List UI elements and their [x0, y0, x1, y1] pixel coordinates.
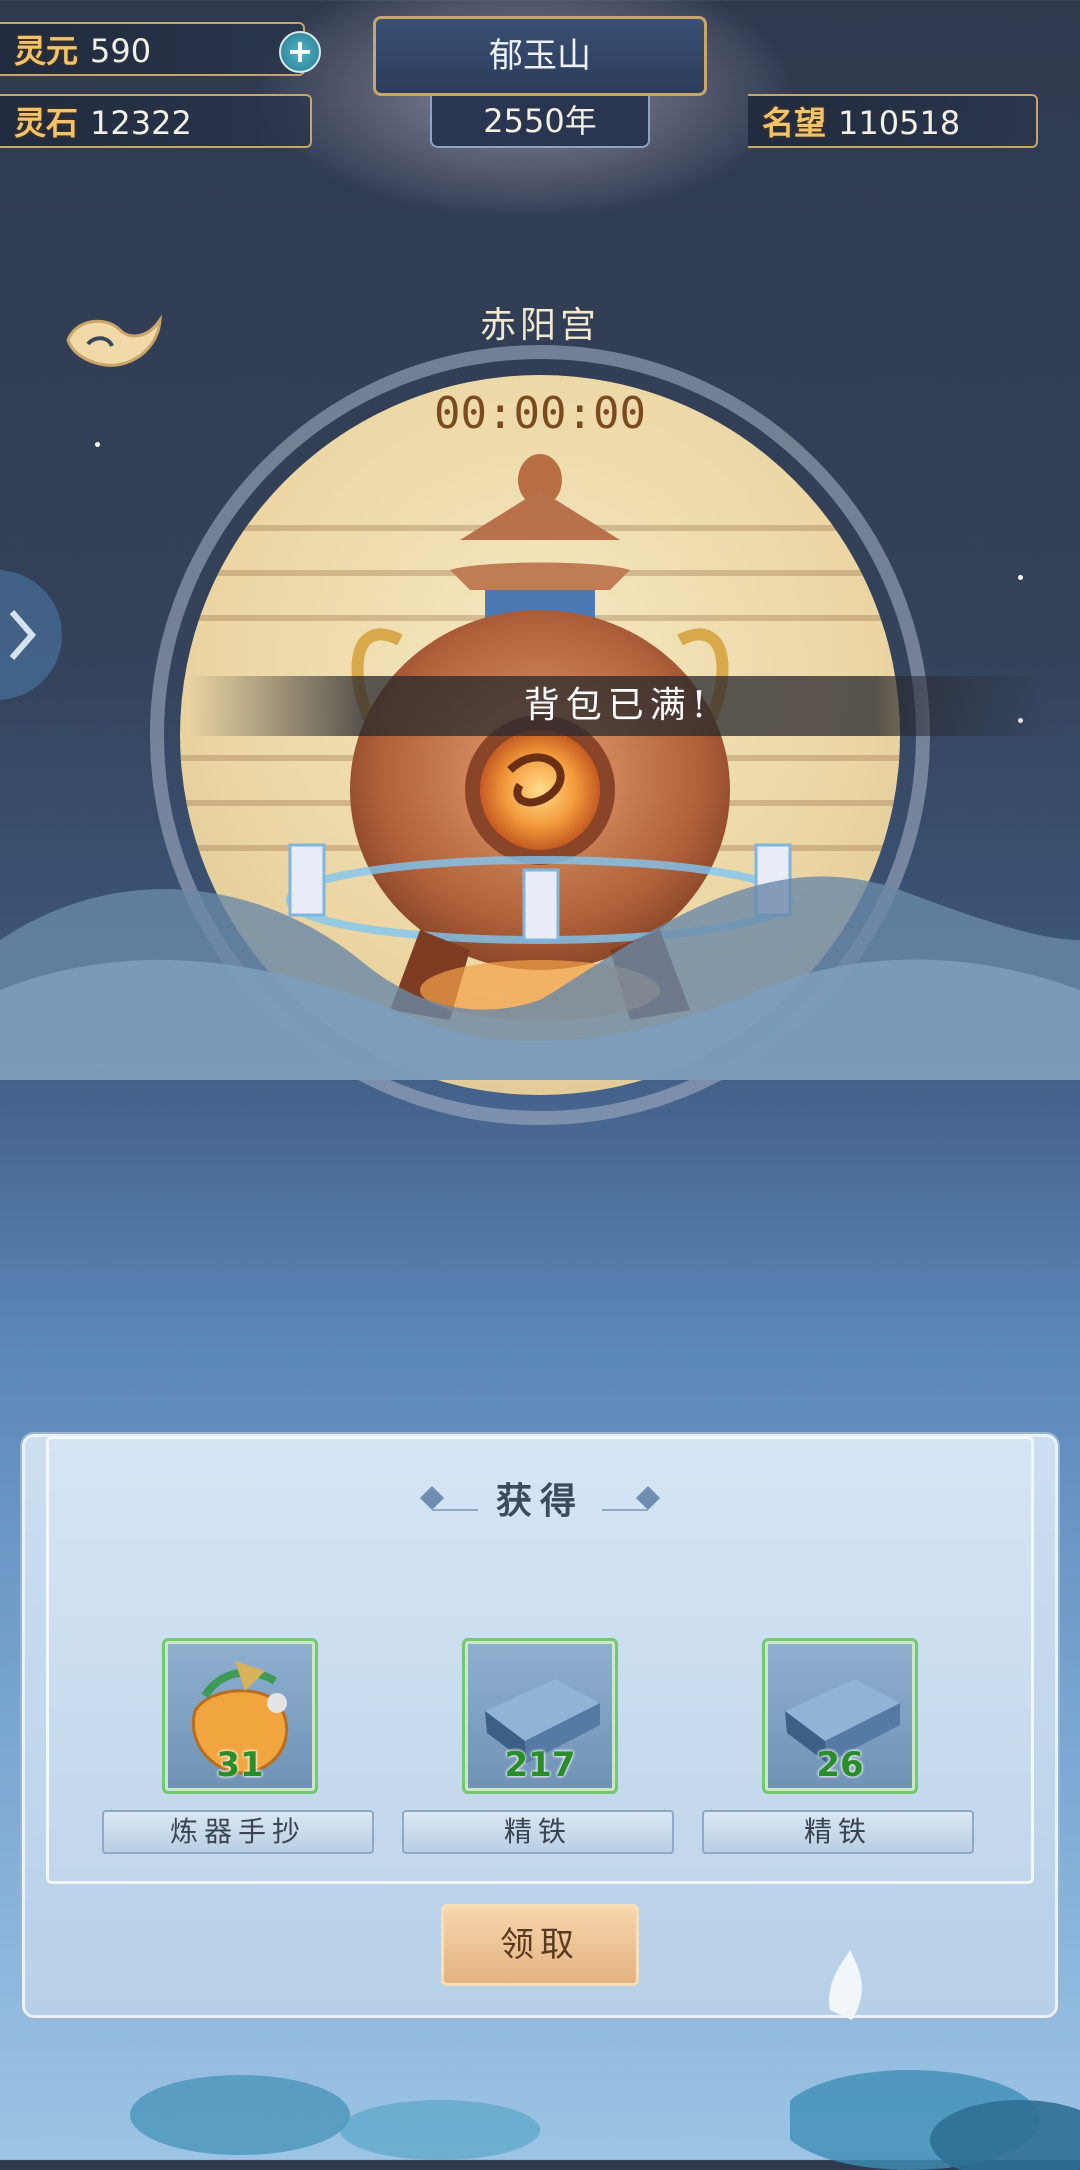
location-plate[interactable]: 郁玉山	[373, 16, 707, 96]
item-count: 217	[504, 1745, 576, 1785]
location-name: 郁玉山	[489, 36, 591, 76]
lingshi-value: 12322	[90, 104, 192, 142]
craft-timer: 00:00:00	[434, 388, 646, 439]
item-name-label: 炼器手抄	[102, 1810, 374, 1854]
add-lingyuan-button[interactable]: +	[279, 31, 321, 73]
lingshi-counter: 灵石 12322	[0, 94, 312, 148]
chevron-right-icon	[9, 610, 36, 660]
mingwang-value: 110518	[838, 104, 961, 142]
item-name-label: 精铁	[402, 1810, 674, 1854]
claim-button[interactable]: 领取	[441, 1904, 639, 1986]
mingwang-label: 名望	[762, 104, 827, 142]
lily-pad-decoration	[130, 2075, 540, 2160]
year-plate: 2550年	[430, 96, 650, 148]
toast-text: 背包已满!	[523, 685, 713, 726]
side-expand-button[interactable]	[0, 570, 62, 700]
item-count: 26	[816, 1745, 864, 1785]
item-name-label: 精铁	[702, 1810, 974, 1854]
toast-message: 背包已满!	[188, 676, 1048, 736]
reward-item-slot[interactable]: 31	[162, 1638, 318, 1794]
star	[1018, 575, 1023, 580]
lingshi-label: 灵石	[14, 104, 79, 142]
year-value: 2550年	[483, 102, 597, 140]
lingyuan-label: 灵元	[14, 32, 79, 70]
place-title: 赤阳宫	[479, 305, 600, 346]
item-count: 31	[216, 1745, 264, 1785]
back-swirl-icon[interactable]	[60, 310, 166, 372]
star	[95, 442, 100, 447]
reward-item-slot[interactable]: 26	[762, 1638, 918, 1794]
reward-item-slot[interactable]: 217	[462, 1638, 618, 1794]
lingyuan-counter: 灵元 590 +	[0, 22, 321, 76]
lotus-decoration	[790, 1950, 1080, 2170]
mingwang-counter: 名望 110518	[748, 94, 1038, 148]
title-ornament-right	[602, 1486, 660, 1511]
mountain-hills	[0, 876, 1080, 1080]
lingyuan-value: 590	[90, 32, 152, 70]
